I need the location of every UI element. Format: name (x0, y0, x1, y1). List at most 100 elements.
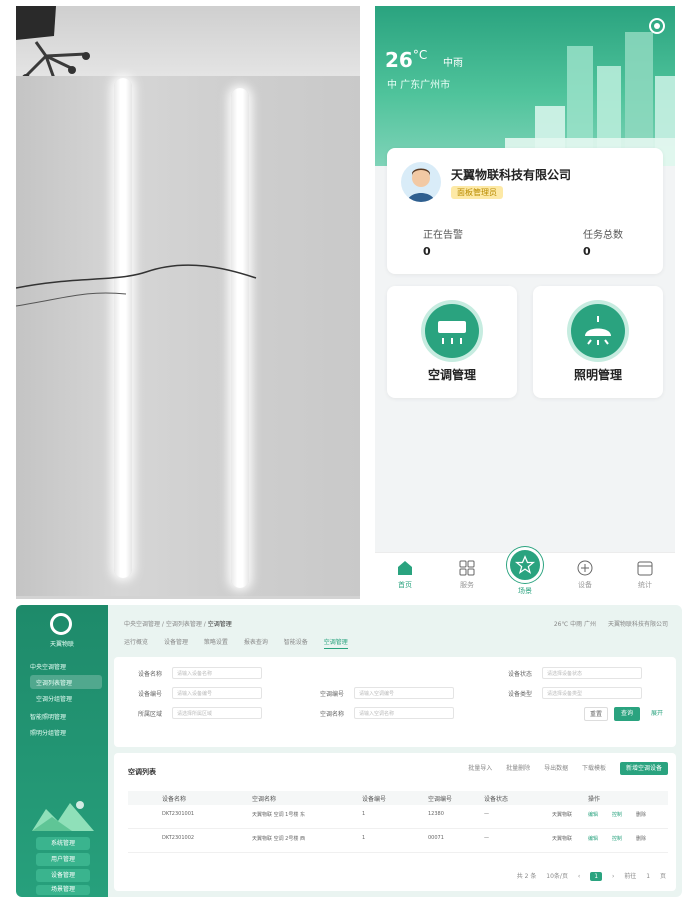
tab-services[interactable]: 服务 (447, 559, 487, 590)
filter-label-device-no: 设备编号 (138, 691, 163, 698)
stat-tasks[interactable]: 任务总数 0 (583, 226, 623, 258)
cell-company: 天翼物联 (552, 836, 573, 842)
sidebar-item-lighting-group[interactable]: 照明分组管理 (24, 725, 102, 739)
add-ac-button[interactable]: 新增空调设备 (619, 762, 668, 775)
ceiling-lamp-icon (571, 304, 625, 358)
tab-smart-devices[interactable]: 智能设备 (284, 639, 308, 646)
top-company-menu[interactable]: 天翼物联科技有限公司 (608, 621, 668, 628)
tab-statistics-label: 统计 (638, 581, 652, 589)
settings-icon[interactable] (649, 18, 665, 34)
sidebar-item-central-ac[interactable]: 中央空调管理 (24, 659, 102, 673)
stat-alarms-value: 0 (423, 245, 431, 258)
prev-page-icon[interactable]: ‹ (578, 873, 580, 880)
tab-overview[interactable]: 运行概览 (124, 639, 148, 646)
breadcrumb: 中央空调管理 / 空调列表管理 / 空调管理 (124, 619, 232, 628)
sidebar-button-users[interactable]: 用户管理 (36, 853, 90, 866)
pager-total: 共 2 条 (516, 873, 537, 880)
col-ac-name: 空调名称 (252, 796, 277, 803)
stat-tasks-value: 0 (583, 245, 591, 258)
table-header: 设备名称 空调名称 设备编号 空调编号 设备状态 操作 (128, 791, 668, 805)
current-page[interactable]: 1 (590, 872, 603, 881)
status-select[interactable]: 请选择设备状态 (542, 667, 642, 679)
type-select[interactable]: 请选择设备类型 (542, 687, 642, 699)
company-card[interactable]: 天翼物联科技有限公司 面板管理员 正在告警 0 任务总数 0 (387, 148, 663, 274)
city-skyline-image (505, 32, 675, 166)
tab-devices-label: 设备 (578, 581, 592, 589)
star-icon (507, 547, 543, 583)
import-button[interactable]: 批量导入 (468, 765, 492, 772)
expand-button[interactable]: 展开 (644, 707, 670, 721)
page-size-select[interactable]: 10条/页 (546, 873, 568, 880)
sidebar-button-system[interactable]: 系统管理 (36, 837, 90, 850)
cell-status: — (484, 835, 489, 841)
next-page-icon[interactable]: › (612, 873, 614, 880)
top-weather: 26℃ 中雨 广州 (553, 621, 597, 628)
device-no-input[interactable]: 请输入设备编号 (172, 687, 262, 699)
table-row[interactable]: DKT2301002 天翼物联 空调 2号楼 西 1 00071 — 天翼物联 … (128, 831, 668, 853)
pagination: 共 2 条 10条/页 ‹ 1 › 前往 1 页 (509, 871, 666, 881)
export-button[interactable]: 导出数据 (544, 765, 568, 772)
top-right-info: 26℃ 中雨 广州 天翼物联科技有限公司 (544, 619, 668, 628)
tab-scene[interactable]: 场景 (505, 547, 545, 596)
sidebar-item-ac-list[interactable]: 空调列表管理 (30, 675, 102, 689)
calendar-icon (637, 561, 653, 576)
pager-goto-label: 前往 (624, 873, 637, 880)
lighting-management-card[interactable]: 照明管理 (533, 286, 663, 398)
ac-no-input[interactable]: 请输入空调编号 (354, 687, 454, 699)
lamp-photo (16, 6, 360, 599)
area-select[interactable]: 请选择所属区域 (172, 707, 262, 719)
ac-management-label: 空调管理 (427, 368, 476, 382)
table-row[interactable]: DKT2301001 天翼物联 空调 1号楼 东 1 12380 — 天翼物联 … (128, 807, 668, 829)
sidebar-button-scenes[interactable]: 场景管理 (36, 885, 90, 895)
tab-statistics[interactable]: 统计 (625, 559, 665, 590)
brand-logo-icon (50, 613, 72, 635)
tab-device-mgmt[interactable]: 设备管理 (164, 639, 188, 646)
device-name-input[interactable]: 请输入设备名称 (172, 667, 262, 679)
pager-unit-label: 页 (659, 873, 666, 880)
tab-reports[interactable]: 报表查询 (244, 639, 268, 646)
power-wire (16, 264, 257, 307)
cell-company: 天翼物联 (552, 812, 573, 818)
row-delete-link[interactable]: 删除 (636, 811, 646, 818)
download-template-button[interactable]: 下载模板 (582, 765, 606, 772)
tab-services-label: 服务 (460, 581, 474, 589)
tab-strategy[interactable]: 策略设置 (204, 639, 228, 646)
sidebar-button-devices[interactable]: 设备管理 (36, 869, 90, 882)
col-device-no: 设备编号 (362, 796, 387, 803)
table-actions: 批量导入 批量删除 导出数据 下载模板 新增空调设备 (456, 762, 668, 775)
stat-alarms[interactable]: 正在告警 0 (423, 226, 463, 258)
temperature-unit: °C (412, 48, 428, 62)
sidebar-item-lighting[interactable]: 智能照明管理 (24, 709, 102, 723)
row-control-link[interactable]: 控制 (612, 835, 622, 842)
ac-management-card[interactable]: 空调管理 (387, 286, 517, 398)
ac-table-panel: 空调列表 批量导入 批量删除 导出数据 下载模板 新增空调设备 设备名称 空调名… (114, 753, 676, 891)
weather-condition: 中雨 (443, 58, 463, 69)
row-edit-link[interactable]: 编辑 (588, 811, 598, 818)
cell-ac-no: 12380 (428, 811, 444, 817)
tab-ac-mgmt[interactable]: 空调管理 (323, 639, 348, 649)
ac-name-input[interactable]: 请输入空调名称 (354, 707, 454, 719)
cell-device: DKT2301001 (162, 811, 195, 817)
pager-goto-input[interactable]: 1 (646, 873, 650, 880)
sidebar-item-ac-group[interactable]: 空调分组管理 (30, 691, 102, 705)
filter-label-device-name: 设备名称 (138, 671, 163, 678)
reset-button[interactable]: 重置 (584, 707, 608, 721)
brand-name: 天翼物联 (49, 641, 74, 648)
search-button[interactable]: 查询 (614, 707, 640, 721)
cell-device-no: 1 (362, 835, 366, 841)
weather-location: 中 广东广州市 (387, 80, 451, 91)
top-bar: 中央空调管理 / 空调列表管理 / 空调管理 运行概览 设备管理 策略设置 报表… (114, 611, 676, 651)
tab-devices[interactable]: 设备 (565, 559, 605, 590)
row-edit-link[interactable]: 编辑 (588, 835, 598, 842)
stat-tasks-label: 任务总数 (583, 230, 623, 241)
grid-icon (459, 560, 475, 576)
col-actions: 操作 (588, 796, 601, 803)
filter-label-ac-no: 空调编号 (320, 691, 345, 698)
company-role-badge: 面板管理员 (451, 186, 503, 199)
row-delete-link[interactable]: 删除 (636, 835, 646, 842)
breadcrumb-path[interactable]: 中央空调管理 / 空调列表管理 / (124, 621, 206, 628)
row-control-link[interactable]: 控制 (612, 811, 622, 818)
tab-home[interactable]: 首页 (385, 559, 425, 590)
cell-status: — (484, 811, 489, 817)
batch-delete-button[interactable]: 批量删除 (506, 765, 530, 772)
